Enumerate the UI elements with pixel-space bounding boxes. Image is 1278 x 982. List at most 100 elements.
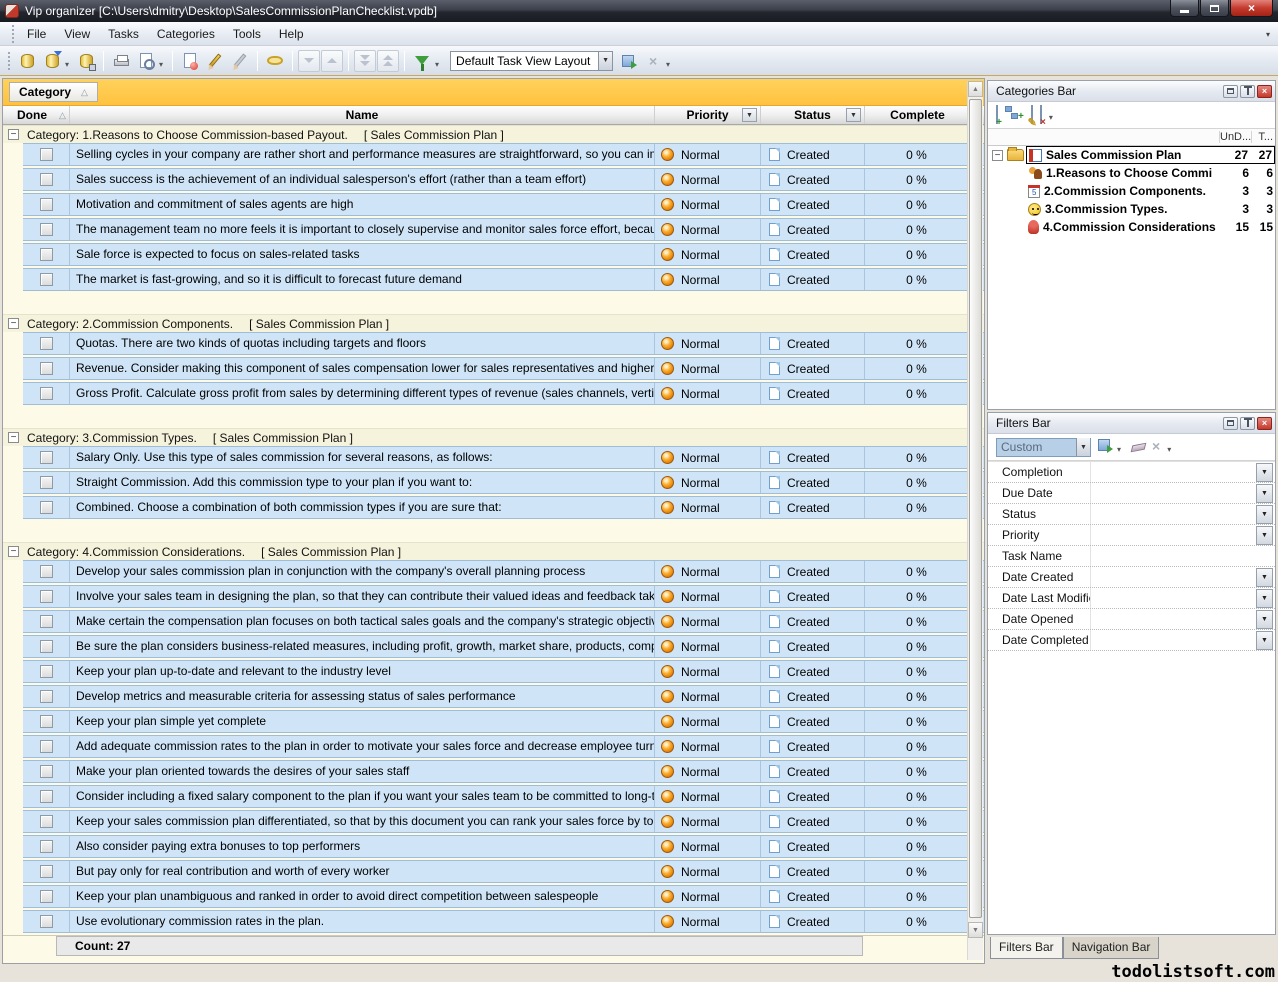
filter-field-value[interactable] (1091, 609, 1256, 629)
scroll-down-button[interactable]: ▼ (968, 922, 983, 938)
filters-toolbar-caret-icon[interactable]: ▾ (1167, 445, 1171, 454)
restore-button[interactable] (1200, 0, 1229, 17)
scrollbar-thumb[interactable] (969, 99, 982, 918)
task-done-checkbox[interactable] (40, 565, 53, 578)
filter-dropdown-button[interactable]: ▼ (1256, 589, 1273, 608)
task-done-checkbox[interactable] (40, 665, 53, 678)
tab-navigation-bar[interactable]: Navigation Bar (1063, 937, 1160, 959)
filters-pin-button[interactable] (1240, 417, 1255, 430)
column-header-done[interactable]: Done △ (3, 106, 70, 124)
status-filter-button[interactable]: ▼ (846, 108, 861, 122)
task-done-checkbox[interactable] (40, 451, 53, 464)
close-button[interactable]: × (1230, 0, 1273, 17)
task-done-checkbox[interactable] (40, 148, 53, 161)
close-filter-button[interactable]: × (1152, 438, 1160, 456)
filter-field-value[interactable] (1091, 546, 1275, 566)
filter-caret-icon[interactable]: ▾ (435, 60, 439, 69)
move-down-button[interactable] (298, 50, 320, 72)
menu-overflow-caret-icon[interactable]: ▾ (1266, 30, 1270, 39)
filter-dropdown-button[interactable]: ▼ (1256, 568, 1273, 587)
group-by-category-chip[interactable]: Category △ (9, 82, 98, 102)
menu-item-file[interactable]: File (18, 24, 55, 44)
task-done-checkbox[interactable] (40, 223, 53, 236)
filter-field-value[interactable] (1091, 483, 1256, 503)
task-done-checkbox[interactable] (40, 740, 53, 753)
task-done-checkbox[interactable] (40, 765, 53, 778)
task-done-checkbox[interactable] (40, 790, 53, 803)
scroll-up-button[interactable]: ▲ (968, 81, 983, 97)
filter-field-value[interactable] (1091, 588, 1256, 608)
task-done-checkbox[interactable] (40, 337, 53, 350)
new-category-button[interactable]: + (996, 106, 998, 124)
categories-restore-button[interactable] (1223, 85, 1238, 98)
task-done-checkbox[interactable] (40, 273, 53, 286)
print-preview-button[interactable] (134, 49, 158, 73)
categories-pin-button[interactable] (1240, 85, 1255, 98)
filter-dropdown-button[interactable]: ▼ (1256, 610, 1273, 629)
filter-tasks-button[interactable] (410, 49, 434, 73)
menu-item-tools[interactable]: Tools (224, 24, 270, 44)
apply-layout-button[interactable] (616, 49, 640, 73)
print-preview-caret-icon[interactable]: ▾ (159, 60, 163, 69)
column-header-undone[interactable]: UnD... (1219, 131, 1251, 143)
task-done-checkbox[interactable] (40, 890, 53, 903)
category-group-header[interactable]: Category: 4.Commission Considerations.[ … (3, 542, 984, 560)
menu-item-view[interactable]: View (55, 24, 99, 44)
edit-category-button[interactable]: ✎ (1031, 106, 1033, 124)
new-task-button[interactable] (178, 49, 202, 73)
collapse-icon[interactable] (992, 150, 1003, 161)
new-database-button[interactable] (15, 49, 39, 73)
move-to-top-button[interactable] (377, 50, 399, 72)
category-group-header[interactable]: Category: 1.Reasons to Choose Commission… (3, 125, 984, 143)
minimize-button[interactable] (1170, 0, 1199, 17)
collapse-icon[interactable] (8, 129, 19, 140)
task-done-checkbox[interactable] (40, 840, 53, 853)
filter-preset-combo[interactable]: Custom ▼ (996, 438, 1091, 457)
category-tree-item[interactable]: 1.Reasons to Choose Commi66 (988, 164, 1275, 182)
task-done-checkbox[interactable] (40, 173, 53, 186)
category-tree-item[interactable]: 3.Commission Types.33 (988, 200, 1275, 218)
category-group-header[interactable]: Category: 2.Commission Components.[ Sale… (3, 314, 984, 332)
task-done-checkbox[interactable] (40, 865, 53, 878)
task-done-checkbox[interactable] (40, 387, 53, 400)
task-done-checkbox[interactable] (40, 615, 53, 628)
filter-field-value[interactable] (1091, 567, 1256, 587)
filter-field-value[interactable] (1091, 462, 1256, 482)
column-header-complete[interactable]: Complete (865, 106, 970, 124)
filter-field-value[interactable] (1091, 630, 1256, 650)
category-tree-item[interactable]: Sales Commission Plan2727 (988, 146, 1275, 164)
categories-toolbar-caret-icon[interactable]: ▾ (1049, 113, 1053, 122)
filters-restore-button[interactable] (1223, 417, 1238, 430)
vertical-scrollbar[interactable]: ▲ ▼ (967, 81, 983, 960)
task-done-checkbox[interactable] (40, 640, 53, 653)
task-done-checkbox[interactable] (40, 198, 53, 211)
tab-filters-bar[interactable]: Filters Bar (990, 937, 1063, 959)
move-to-bottom-button[interactable] (354, 50, 376, 72)
collapse-icon[interactable] (8, 546, 19, 557)
filter-field-value[interactable] (1091, 525, 1256, 545)
category-group-header[interactable]: Category: 3.Commission Types.[ Sales Com… (3, 428, 984, 446)
new-subcategory-button[interactable]: + (1005, 106, 1024, 124)
task-done-checkbox[interactable] (40, 590, 53, 603)
category-tree-item[interactable]: 2.Commission Components.33 (988, 182, 1275, 200)
filter-preset-dropdown-button[interactable]: ▼ (1076, 438, 1090, 456)
filter-dropdown-button[interactable]: ▼ (1256, 505, 1273, 524)
priority-filter-button[interactable]: ▼ (742, 108, 757, 122)
task-done-checkbox[interactable] (40, 248, 53, 261)
delete-task-button[interactable] (228, 49, 252, 73)
find-tasks-button[interactable] (263, 49, 287, 73)
column-header-total[interactable]: T... (1251, 131, 1275, 143)
close-layout-button[interactable]: × (641, 49, 665, 73)
open-database-button[interactable] (40, 49, 64, 73)
apply-filter-caret-icon[interactable]: ▾ (1117, 445, 1121, 454)
layout-combo-dropdown-button[interactable]: ▼ (598, 52, 612, 70)
layout-caret-icon[interactable]: ▾ (666, 60, 670, 69)
task-done-checkbox[interactable] (40, 362, 53, 375)
task-done-checkbox[interactable] (40, 501, 53, 514)
open-database-caret-icon[interactable]: ▾ (65, 60, 69, 69)
save-database-button[interactable] (74, 49, 98, 73)
task-done-checkbox[interactable] (40, 815, 53, 828)
filter-dropdown-button[interactable]: ▼ (1256, 631, 1273, 650)
task-done-checkbox[interactable] (40, 915, 53, 928)
collapse-icon[interactable] (8, 318, 19, 329)
